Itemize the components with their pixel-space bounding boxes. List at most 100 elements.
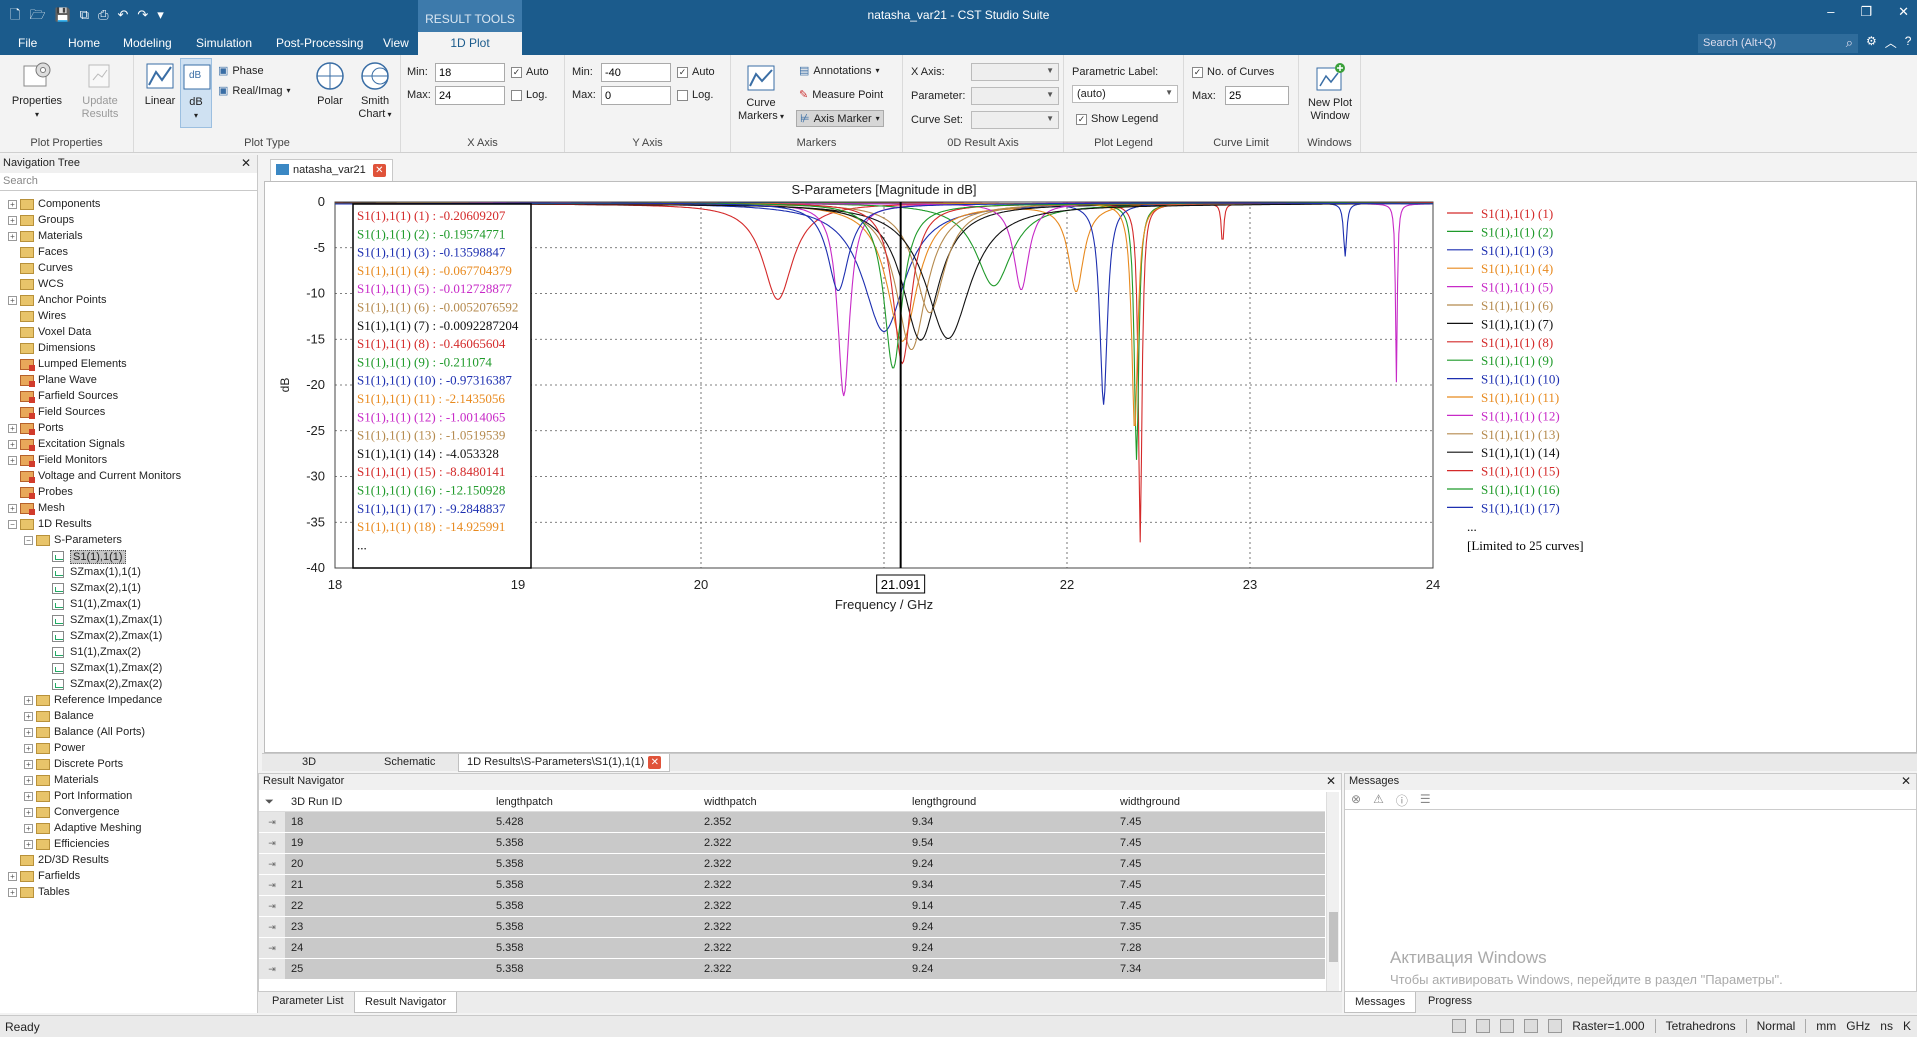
table-row[interactable]: ⇥ 19 5.358 2.322 9.54 7.45 (259, 833, 1325, 854)
tree-item[interactable]: + Materials (0, 773, 257, 789)
tab-simulation[interactable]: Simulation (196, 36, 252, 50)
table-row[interactable]: ⇥ 23 5.358 2.322 9.24 7.35 (259, 917, 1325, 938)
tab-result-navigator[interactable]: Result Navigator (354, 992, 458, 1013)
tab-post-processing[interactable]: Post-Processing (276, 36, 363, 50)
column-header[interactable]: widthpatch (704, 796, 757, 808)
warning-filter-icon[interactable]: ⚠ (1373, 792, 1384, 807)
expand-icon[interactable]: + (8, 296, 17, 305)
search-input[interactable]: Search (Alt+Q) ⌕ (1698, 34, 1858, 53)
unit-frequency[interactable]: GHz (1846, 1019, 1870, 1033)
tree-item[interactable]: + Components (0, 197, 257, 213)
view-mode[interactable]: Normal (1757, 1019, 1796, 1033)
unit-length[interactable]: mm (1816, 1019, 1836, 1033)
close-window-icon[interactable]: ✕ (1898, 4, 1909, 20)
expand-icon[interactable]: + (8, 872, 17, 881)
tree-item[interactable]: WCS (0, 277, 257, 293)
unit-time[interactable]: ns (1880, 1019, 1893, 1033)
tree-item[interactable]: + Mesh (0, 501, 257, 517)
tree-item[interactable]: + Convergence (0, 805, 257, 821)
expand-icon[interactable]: + (8, 456, 17, 465)
realimag-button[interactable]: ▣ Real/Imag ▾ (218, 84, 291, 98)
result-x-axis-select[interactable]: ▼ (971, 63, 1059, 81)
close-icon[interactable]: ✕ (1901, 774, 1911, 788)
expand-icon[interactable]: + (24, 760, 33, 769)
raster-value[interactable]: Raster=1.000 (1572, 1019, 1644, 1033)
tree-item[interactable]: SZmax(2),1(1) (0, 581, 257, 597)
row-handle-icon[interactable]: ⇥ (259, 917, 285, 937)
tree-item[interactable]: SZmax(1),Zmax(2) (0, 661, 257, 677)
tree-item[interactable]: Probes (0, 485, 257, 501)
expand-icon[interactable]: + (8, 216, 17, 225)
tree-search-input[interactable]: Search (0, 173, 257, 191)
table-row[interactable]: ⇥ 22 5.358 2.322 9.14 7.45 (259, 896, 1325, 917)
tree-item[interactable]: + Tables (0, 885, 257, 901)
expand-icon[interactable]: + (24, 840, 33, 849)
column-header[interactable]: widthground (1120, 796, 1180, 808)
tab-file[interactable]: File (18, 36, 37, 50)
y-min-input[interactable] (601, 63, 671, 82)
table-row[interactable]: ⇥ 24 5.358 2.322 9.24 7.28 (259, 938, 1325, 959)
tree-item[interactable]: + Anchor Points (0, 293, 257, 309)
tree-item[interactable]: SZmax(1),1(1) (0, 565, 257, 581)
error-filter-icon[interactable]: ⊗ (1351, 792, 1361, 807)
tree-item[interactable]: + Efficiencies (0, 837, 257, 853)
tree-item[interactable]: Voxel Data (0, 325, 257, 341)
close-tab-icon[interactable]: ✕ (648, 756, 662, 769)
curve-markers-button[interactable]: Curve Markers ▾ (735, 62, 787, 123)
scrollbar-thumb[interactable] (1329, 912, 1338, 962)
tree-item[interactable]: S1(1),Zmax(2) (0, 645, 257, 661)
no-of-curves-checkbox[interactable]: ✓ No. of Curves (1192, 66, 1274, 78)
expand-icon[interactable]: + (8, 440, 17, 449)
expand-icon[interactable]: + (24, 824, 33, 833)
phase-button[interactable]: ▣ Phase (218, 64, 264, 78)
tree-item[interactable]: + Farfields (0, 869, 257, 885)
row-handle-icon[interactable]: ⇥ (259, 854, 285, 874)
tree-item[interactable]: S1(1),Zmax(1) (0, 597, 257, 613)
y-max-input[interactable] (601, 86, 671, 105)
table-row[interactable]: ⇥ 20 5.358 2.322 9.24 7.45 (259, 854, 1325, 875)
expand-icon[interactable]: + (24, 728, 33, 737)
tree-item[interactable]: Farfield Sources (0, 389, 257, 405)
s-parameter-chart[interactable]: S-Parameters [Magnitude in dB]1819202122… (265, 182, 1916, 752)
linear-button[interactable]: Linear (140, 60, 180, 108)
expand-icon[interactable]: + (24, 776, 33, 785)
close-icon[interactable]: ✕ (1326, 774, 1336, 788)
parametric-label-select[interactable]: (auto) ▼ (1072, 85, 1178, 103)
expand-icon[interactable]: + (24, 808, 33, 817)
new-plot-window-button[interactable]: New Plot Window (1301, 62, 1359, 123)
tree-item[interactable]: Plane Wave (0, 373, 257, 389)
tab-progress[interactable]: Progress (1428, 995, 1472, 1007)
row-handle-icon[interactable]: ⇥ (259, 896, 285, 916)
row-handle-icon[interactable]: ⇥ (259, 959, 285, 979)
tree-item[interactable]: + Power (0, 741, 257, 757)
tree-item[interactable]: + Balance (All Ports) (0, 725, 257, 741)
x-min-input[interactable] (435, 63, 505, 82)
tree-item[interactable]: + Adaptive Meshing (0, 821, 257, 837)
restore-icon[interactable]: ❐ (1860, 4, 1872, 20)
x-max-input[interactable] (435, 86, 505, 105)
settings-icon[interactable]: ⚙ (1866, 34, 1877, 51)
table-row[interactable]: ⇥ 18 5.428 2.352 9.34 7.45 (259, 812, 1325, 833)
unit-temperature[interactable]: K (1903, 1019, 1911, 1033)
tree-item[interactable]: 2D/3D Results (0, 853, 257, 869)
expand-icon[interactable]: + (8, 200, 17, 209)
measure-point-button[interactable]: ✎ Measure Point (799, 88, 883, 102)
expand-icon[interactable]: + (24, 792, 33, 801)
properties-button[interactable]: Properties ▾ (8, 60, 66, 121)
tree-item[interactable]: SZmax(2),Zmax(1) (0, 629, 257, 645)
row-handle-icon[interactable]: ⇥ (259, 833, 285, 853)
row-handle-icon[interactable]: ⇥ (259, 938, 285, 958)
minimize-icon[interactable]: – (1827, 4, 1834, 20)
show-legend-checkbox[interactable]: ✓ Show Legend (1076, 113, 1158, 125)
tree-item[interactable]: + Field Monitors (0, 453, 257, 469)
db-button[interactable]: dB dB ▾ (180, 58, 212, 128)
tree-item[interactable]: SZmax(2),Zmax(2) (0, 677, 257, 693)
close-tab-icon[interactable]: ✕ (372, 164, 386, 177)
filter-icon[interactable]: ⏷ (265, 796, 274, 809)
expand-icon[interactable]: + (8, 424, 17, 433)
tree-item[interactable]: + Excitation Signals (0, 437, 257, 453)
tab-view[interactable]: View (383, 36, 409, 50)
tree-item[interactable]: Field Sources (0, 405, 257, 421)
tab-modeling[interactable]: Modeling (123, 36, 172, 50)
collapse-icon[interactable]: − (8, 520, 17, 529)
